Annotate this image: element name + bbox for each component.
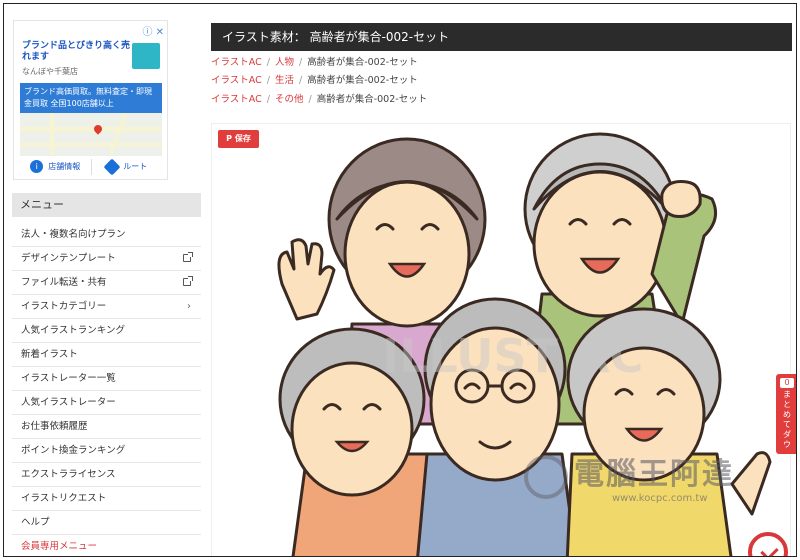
- directions-icon: [103, 158, 121, 175]
- tab-char: て: [783, 420, 791, 429]
- bulk-download-tab[interactable]: 0 ま と め て ダ ウ: [776, 374, 796, 454]
- ad-store-info-label: 店舗情報: [48, 162, 81, 171]
- external-link-icon: [183, 276, 193, 286]
- external-link-icon: [183, 252, 193, 262]
- menu-item-label: 法人・複数名向けプラン: [21, 229, 126, 240]
- site-watermark: 電腦王阿達 www.kocpc.com.tw: [524, 449, 774, 519]
- breadcrumb: イラストAC / 人物 / 高齢者が集合-002-セット: [211, 57, 418, 68]
- menu-item-job-history[interactable]: お仕事依頼履歴: [12, 415, 201, 439]
- page-title: イラスト素材： 高齢者が集合-002-セット: [211, 23, 792, 51]
- ad-route-button[interactable]: ルート: [92, 156, 163, 177]
- tab-char: め: [783, 410, 791, 419]
- breadcrumb-link-category[interactable]: 人物: [275, 57, 294, 68]
- ad-close-icon[interactable]: ⓘ ✕: [142, 23, 164, 38]
- ad-route-label: ルート: [123, 162, 148, 171]
- breadcrumb: イラストAC / 生活 / 高齢者が集合-002-セット: [211, 75, 418, 86]
- menu-item-label: 人気イラストレーター: [21, 397, 116, 408]
- menu-item-label: イラストレーター一覧: [21, 373, 116, 384]
- menu-item-label: 新着イラスト: [21, 349, 78, 360]
- menu-item-label: デザインテンプレート: [21, 253, 116, 264]
- ad-map[interactable]: [20, 113, 162, 155]
- menu-item-label: ヘルプ: [21, 517, 50, 528]
- menu-item-label: ファイル転送・共有: [21, 277, 107, 288]
- map-pin-icon: [92, 123, 104, 135]
- menu-item-label: エクストラライセンス: [21, 469, 116, 480]
- watermark-url: www.kocpc.com.tw: [612, 493, 708, 504]
- ad-banner[interactable]: ⓘ ✕ ブランド品とびきり高く売れます なんぼや千葉店 ブランド高価買取。無料査…: [13, 20, 168, 180]
- menu-item-extra-license[interactable]: エクストラライセンス: [12, 463, 201, 487]
- breadcrumb-link-root[interactable]: イラストAC: [211, 57, 262, 68]
- watermark-text: 電腦王阿達: [574, 457, 734, 492]
- tab-char: ま: [783, 390, 791, 399]
- ad-advertiser: なんぼや千葉店: [22, 67, 78, 76]
- menu-item-illustrator-list[interactable]: イラストレーター一覧: [12, 367, 201, 391]
- menu-item-file-transfer[interactable]: ファイル転送・共有: [12, 271, 201, 295]
- bulk-download-count: 0: [780, 378, 794, 388]
- breadcrumb-link-category[interactable]: その他: [275, 94, 304, 105]
- menu-item-member-menu[interactable]: 会員専用メニュー: [12, 535, 201, 556]
- breadcrumb-current: 高齢者が集合-002-セット: [307, 57, 418, 68]
- ad-promo-bar[interactable]: ブランド高価買取。無料査定・即現金買取 全国100店舗以上: [20, 83, 162, 113]
- menu-item-illust-request[interactable]: イラストリクエスト: [12, 487, 201, 511]
- menu-item-corporate-plan[interactable]: 法人・複数名向けプラン: [12, 223, 201, 247]
- info-icon: i: [30, 160, 44, 173]
- menu-item-label: ポイント換金ランキング: [21, 445, 126, 456]
- ad-headline[interactable]: ブランド品とびきり高く売れます: [22, 41, 130, 63]
- menu-item-design-template[interactable]: デザインテンプレート: [12, 247, 201, 271]
- svg-text:ILLUST AC: ILLUST AC: [382, 329, 643, 383]
- menu-item-illust-category[interactable]: イラストカテゴリー ›: [12, 295, 201, 319]
- menu-item-label: 会員専用メニュー: [21, 541, 98, 552]
- breadcrumb-link-category[interactable]: 生活: [275, 75, 294, 86]
- menu-item-label: イラストリクエスト: [21, 493, 107, 504]
- menu-item-point-ranking[interactable]: ポイント換金ランキング: [12, 439, 201, 463]
- chevron-right-icon: ›: [187, 301, 191, 312]
- menu-heading: メニュー: [12, 193, 201, 217]
- menu-item-popular-ranking[interactable]: 人気イラストランキング: [12, 319, 201, 343]
- ad-logo: [132, 43, 160, 69]
- breadcrumb-current: 高齢者が集合-002-セット: [307, 75, 418, 86]
- ad-store-info-button[interactable]: i 店舗情報: [20, 156, 91, 177]
- menu-item-label: 人気イラストランキング: [21, 325, 126, 336]
- breadcrumb-link-root[interactable]: イラストAC: [211, 75, 262, 86]
- browser-frame: ⓘ ✕ ブランド品とびきり高く売れます なんぼや千葉店 ブランド高価買取。無料査…: [3, 3, 797, 557]
- menu-item-new-illust[interactable]: 新着イラスト: [12, 343, 201, 367]
- watermark-logo-icon: [524, 455, 568, 499]
- breadcrumb-link-root[interactable]: イラストAC: [211, 94, 262, 105]
- tab-char: ダ: [783, 430, 791, 439]
- sidebar-menu: 法人・複数名向けプラン デザインテンプレート ファイル転送・共有 イラストカテゴ…: [12, 223, 201, 556]
- tab-char: と: [783, 400, 791, 409]
- tab-char: ウ: [783, 440, 791, 449]
- menu-item-help[interactable]: ヘルプ: [12, 511, 201, 535]
- menu-item-label: お仕事依頼履歴: [21, 421, 88, 432]
- pinterest-save-button[interactable]: P 保存: [218, 130, 259, 148]
- breadcrumb: イラストAC / その他 / 高齢者が集合-002-セット: [211, 94, 428, 105]
- breadcrumb-current: 高齢者が集合-002-セット: [316, 94, 428, 105]
- menu-item-popular-illustrator[interactable]: 人気イラストレーター: [12, 391, 201, 415]
- menu-item-label: イラストカテゴリー: [21, 301, 107, 312]
